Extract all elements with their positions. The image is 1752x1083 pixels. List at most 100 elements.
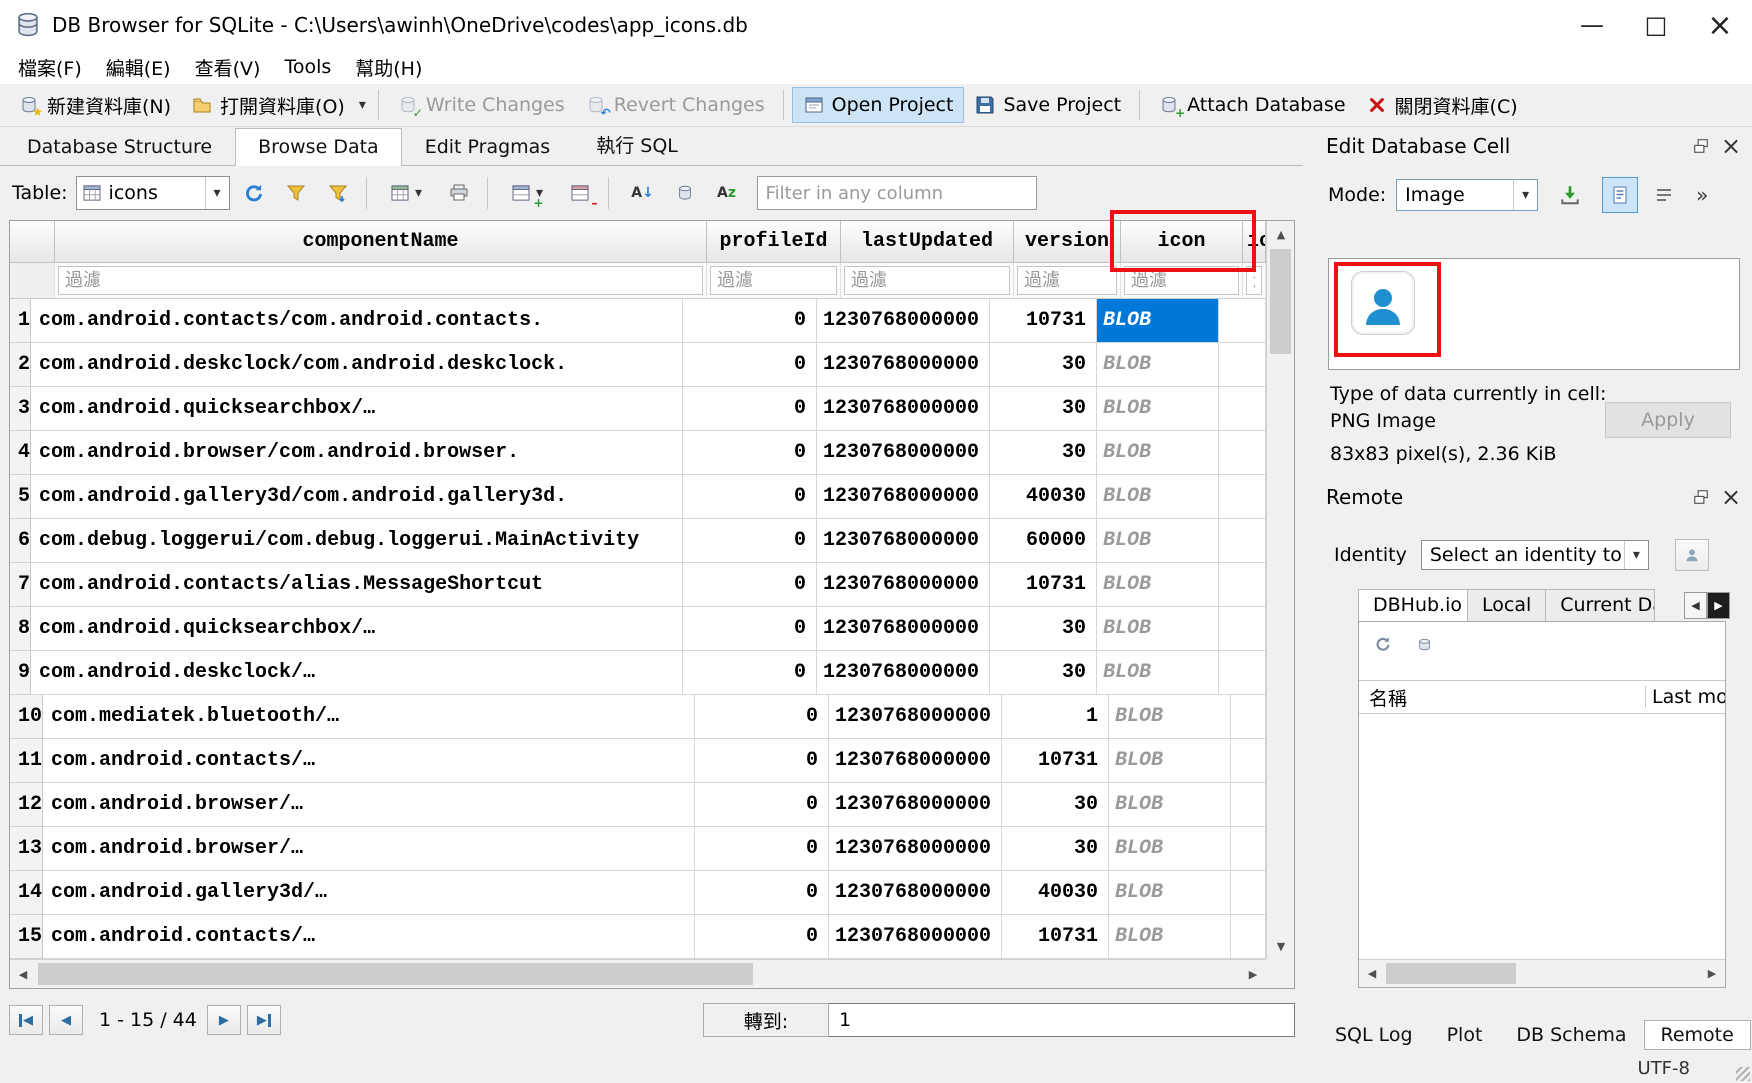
cell-version[interactable]: 30 <box>1002 827 1109 871</box>
cell-lastUpdated[interactable]: 1230768000000 <box>829 871 1002 915</box>
cell-icon[interactable]: BLOB <box>1097 607 1219 651</box>
horizontal-scrollbar[interactable]: ◀ ▶ <box>10 959 1266 988</box>
table-row[interactable]: 3 com.android.quicksearchbox/… 0 1230768… <box>10 387 1266 431</box>
cell-icon[interactable]: BLOB <box>1097 651 1219 695</box>
tab-scroll-left-icon[interactable]: ◀ <box>1684 592 1707 619</box>
cell-componentName[interactable]: com.mediatek.bluetooth/… <box>43 695 695 739</box>
row-number[interactable]: 15 <box>10 915 43 959</box>
cell-version[interactable]: 30 <box>990 343 1097 387</box>
cell-clipped[interactable] <box>1231 915 1266 959</box>
mode-select[interactable]: Image ▾ <box>1396 179 1538 211</box>
cell-clipped[interactable] <box>1219 431 1266 475</box>
remote-column-last-modified[interactable]: Last mo <box>1645 686 1725 708</box>
open-database-button[interactable]: 打開資料庫(O) <box>181 86 355 125</box>
menu-view[interactable]: 查看(V) <box>183 51 273 84</box>
table-row[interactable]: 2 com.android.deskclock/com.android.desk… <box>10 343 1266 387</box>
dock-tab-sql-log[interactable]: SQL Log <box>1318 1020 1430 1050</box>
cell-componentName[interactable]: com.android.browser/… <box>43 827 695 871</box>
cell-version[interactable]: 10731 <box>990 299 1097 343</box>
cell-lastUpdated[interactable]: 1230768000000 <box>817 431 990 475</box>
cell-lastUpdated[interactable]: 1230768000000 <box>829 739 1002 783</box>
remote-scrollbar-thumb[interactable] <box>1386 963 1516 984</box>
cell-componentName[interactable]: com.android.browser/com.android.browser. <box>31 431 683 475</box>
filter-input-lastUpdated[interactable] <box>844 266 1010 295</box>
cell-clipped[interactable] <box>1231 827 1266 871</box>
cell-clipped[interactable] <box>1231 739 1266 783</box>
filter-any-column-input[interactable] <box>757 176 1037 210</box>
cell-profileId[interactable]: 0 <box>695 695 829 739</box>
remote-tab-current[interactable]: Current Dat <box>1545 589 1655 622</box>
dock-tab-db-schema[interactable]: DB Schema <box>1499 1020 1643 1050</box>
write-changes-button[interactable]: ✓ Write Changes <box>387 88 575 122</box>
cell-version[interactable]: 10731 <box>1002 915 1109 959</box>
cell-lastUpdated[interactable]: 1230768000000 <box>817 519 990 563</box>
cell-clipped[interactable] <box>1219 563 1266 607</box>
row-number[interactable]: 13 <box>10 827 43 871</box>
save-filter-button[interactable] <box>320 175 356 211</box>
row-number[interactable]: 2 <box>10 343 31 387</box>
encoding-indicator[interactable]: UTF-8 <box>1638 1058 1690 1079</box>
last-record-button[interactable]: ▶ <box>247 1005 281 1035</box>
cell-lastUpdated[interactable]: 1230768000000 <box>817 387 990 431</box>
tab-browse-data[interactable]: Browse Data <box>235 128 402 166</box>
filter-input-icon[interactable] <box>1124 266 1239 295</box>
table-row[interactable]: 7 com.android.contacts/alias.MessageShor… <box>10 563 1266 607</box>
cell-icon[interactable]: BLOB <box>1109 695 1231 739</box>
cell-lastUpdated[interactable]: 1230768000000 <box>829 827 1002 871</box>
print-button[interactable] <box>441 175 477 211</box>
cell-lastUpdated[interactable]: 1230768000000 <box>829 783 1002 827</box>
refresh-button[interactable] <box>236 175 272 211</box>
table-row[interactable]: 14 com.android.gallery3d/… 0 12307680000… <box>10 871 1266 915</box>
cell-profileId[interactable]: 0 <box>683 519 817 563</box>
cell-profileId[interactable]: 0 <box>695 871 829 915</box>
cell-version[interactable]: 10731 <box>1002 739 1109 783</box>
tab-database-structure[interactable]: Database Structure <box>4 128 235 165</box>
cell-componentName[interactable]: com.android.gallery3d/… <box>43 871 695 915</box>
cell-lastUpdated[interactable]: 1230768000000 <box>817 343 990 387</box>
tab-scroll-right-icon[interactable]: ▶ <box>1707 592 1730 619</box>
cell-icon[interactable]: BLOB <box>1109 871 1231 915</box>
column-header-clipped[interactable]: ic <box>1243 221 1266 263</box>
resize-grip[interactable] <box>1736 1067 1750 1081</box>
float-panel-icon[interactable] <box>1688 133 1714 159</box>
filter-input-version[interactable] <box>1017 266 1117 295</box>
row-number[interactable]: 11 <box>10 739 43 783</box>
cell-componentName[interactable]: com.android.quicksearchbox/… <box>31 387 683 431</box>
cell-profileId[interactable]: 0 <box>683 299 817 343</box>
cell-profileId[interactable]: 0 <box>695 783 829 827</box>
cell-clipped[interactable] <box>1231 871 1266 915</box>
column-header-version[interactable]: version <box>1014 221 1121 263</box>
scroll-left-icon[interactable]: ◀ <box>1359 960 1385 987</box>
cell-icon[interactable]: BLOB <box>1109 739 1231 783</box>
attach-database-button[interactable]: + Attach Database <box>1148 88 1355 122</box>
row-number[interactable]: 6 <box>10 519 31 563</box>
insert-record-button[interactable]: + ▾ <box>504 175 556 211</box>
cell-version[interactable]: 10731 <box>990 563 1097 607</box>
cell-lastUpdated[interactable]: 1230768000000 <box>829 695 1002 739</box>
cell-clipped[interactable] <box>1231 695 1266 739</box>
table-row[interactable]: 11 com.android.contacts/… 0 123076800000… <box>10 739 1266 783</box>
table-row[interactable]: 15 com.android.contacts/… 0 123076800000… <box>10 915 1266 959</box>
cell-icon[interactable]: BLOB <box>1097 563 1219 607</box>
cell-icon[interactable]: BLOB <box>1109 915 1231 959</box>
cell-version[interactable]: 60000 <box>990 519 1097 563</box>
menu-file[interactable]: 檔案(F) <box>6 51 94 84</box>
apply-button[interactable]: Apply <box>1605 402 1731 438</box>
cell-icon[interactable]: BLOB <box>1097 519 1219 563</box>
column-header-profileId[interactable]: profileId <box>707 221 841 263</box>
table-row[interactable]: 6 com.debug.loggerui/com.debug.loggerui.… <box>10 519 1266 563</box>
cell-lastUpdated[interactable]: 1230768000000 <box>817 651 990 695</box>
cell-version[interactable]: 30 <box>990 651 1097 695</box>
remote-column-name[interactable]: 名稱 <box>1359 684 1645 711</box>
cell-clipped[interactable] <box>1231 783 1266 827</box>
table-row[interactable]: 12 com.android.browser/… 0 1230768000000… <box>10 783 1266 827</box>
cell-version[interactable]: 40030 <box>1002 871 1109 915</box>
table-row[interactable]: 8 com.android.quicksearchbox/… 0 1230768… <box>10 607 1266 651</box>
vertical-scrollbar[interactable]: ▲ ▼ <box>1266 221 1294 959</box>
cell-componentName[interactable]: com.android.contacts/… <box>43 915 695 959</box>
display-format-button[interactable]: Az <box>709 175 745 211</box>
scroll-down-icon[interactable]: ▼ <box>1267 933 1295 959</box>
row-number[interactable]: 9 <box>10 651 31 695</box>
next-record-button[interactable]: ▶ <box>207 1005 241 1035</box>
float-panel-icon[interactable] <box>1688 484 1714 510</box>
